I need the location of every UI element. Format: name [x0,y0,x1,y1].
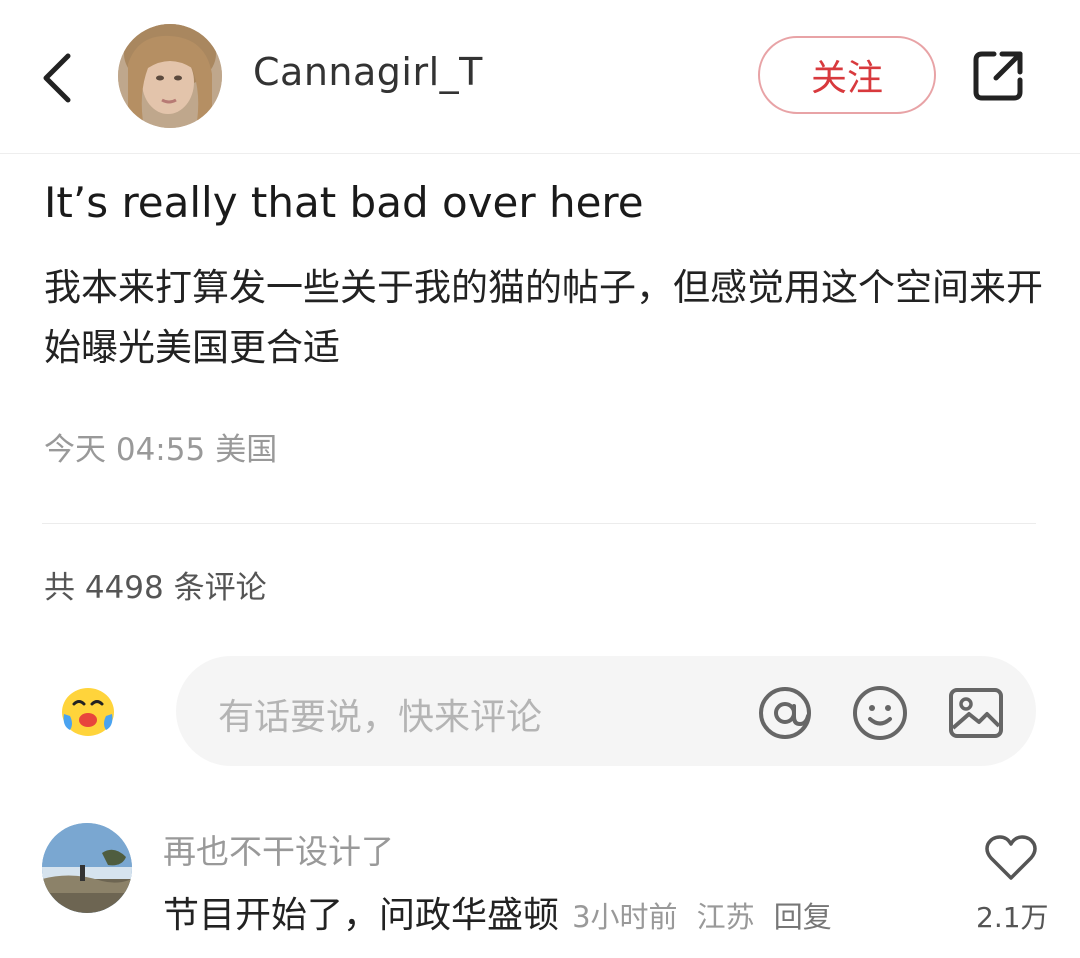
comment-location: 江苏 [696,900,755,934]
chevron-left-icon [43,53,71,103]
avatar[interactable] [118,24,222,128]
emoji-face-icon[interactable] [60,684,116,738]
like-count: 2.1万 [976,901,1049,934]
share-external-icon [973,51,1023,101]
image-icon[interactable] [947,684,1005,742]
comment-content-line: 节目开始了，问政华盛顿 3小时前 江苏 回复 [163,886,832,938]
top-bar: Cannagirl_T 关注 [0,0,1080,154]
follow-button[interactable]: 关注 [758,36,936,114]
at-icon[interactable] [756,684,814,742]
comment-input[interactable]: 有话要说，快来评论 [176,656,1036,766]
post-meta: 今天 04:55 美国 [44,424,277,469]
divider [42,523,1036,524]
post-time: 今天 04:55 [44,432,206,468]
comment-text: 节目开始了，问政华盛顿 [163,895,560,936]
reply-button[interactable]: 回复 [774,900,832,934]
username[interactable]: Cannagirl_T [253,50,483,94]
like-heart-icon[interactable] [984,834,1038,882]
comment-input-placeholder: 有话要说，快来评论 [218,697,543,738]
commenter-avatar[interactable] [42,823,132,913]
back-button[interactable] [36,48,80,108]
comment-author[interactable]: 再也不干设计了 [163,825,394,873]
post-location: 美国 [215,432,278,468]
share-button[interactable] [968,46,1028,106]
post-title: It’s really that bad over here [44,178,644,227]
emoji-smile-icon[interactable] [851,684,909,742]
comment-time: 3小时前 [572,900,678,934]
comment-count: 共 4498 条评论 [44,570,267,606]
post-body: 我本来打算发一些关于我的猫的帖子，但感觉用这个空间来开始曝光美国更合适 [44,266,1043,369]
